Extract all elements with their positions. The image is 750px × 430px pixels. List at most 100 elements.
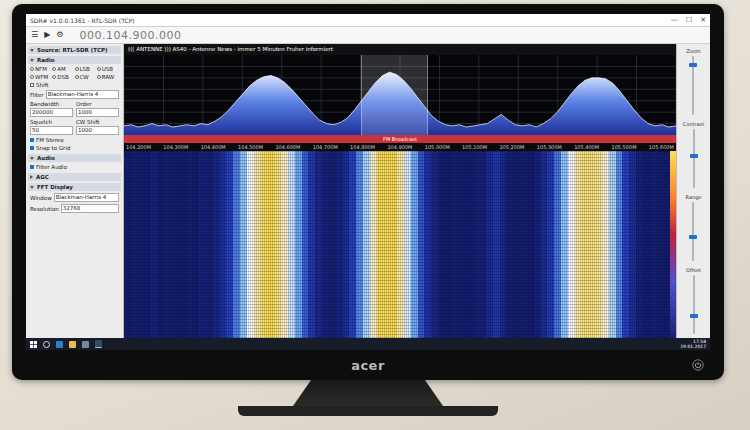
field-value[interactable]: 50 — [30, 126, 73, 135]
waterfall-column — [657, 151, 664, 338]
mode-radio[interactable]: RAW — [97, 74, 119, 80]
waterfall-column — [636, 151, 643, 338]
field-value[interactable]: 1000 — [76, 108, 119, 117]
section-header[interactable]: FFT Display — [28, 183, 121, 191]
waterfall-column — [390, 151, 397, 338]
mode-radio[interactable]: LSB — [75, 66, 97, 72]
field-value[interactable]: 200000 — [30, 108, 73, 117]
filter-selection[interactable] — [361, 55, 427, 135]
field-value[interactable]: 1000 — [76, 126, 119, 135]
section-header[interactable]: Source: RTL-SDR (TCP) — [28, 46, 121, 54]
waterfall-column — [151, 151, 158, 338]
waterfall-column — [465, 151, 472, 338]
checkbox-row[interactable]: Snap to Grid — [30, 145, 119, 151]
waterfall-column — [445, 151, 452, 338]
band-plan-bar: FM Broadcast — [124, 135, 676, 143]
waterfall-column — [602, 151, 609, 338]
expand-icon[interactable] — [30, 186, 34, 189]
waterfall-column — [363, 151, 370, 338]
rds-header: ((( ANTENNE ))) AS40 - Antenne News - im… — [124, 44, 676, 55]
radio-icon[interactable] — [52, 75, 56, 79]
slider-track[interactable] — [693, 275, 695, 334]
waterfall-column — [554, 151, 561, 338]
frequency-axis: 104,200M104,300M104,400M104,500M104,600M… — [124, 143, 676, 151]
toolbar-button[interactable]: ☰ — [31, 31, 38, 39]
frequency-display[interactable]: 000.104.900.000 — [80, 29, 182, 42]
radio-icon[interactable] — [97, 75, 101, 79]
waterfall-column — [267, 151, 274, 338]
mode-radio[interactable]: WFM — [30, 74, 52, 80]
slider-thumb[interactable] — [690, 154, 698, 158]
edge-icon[interactable] — [56, 341, 63, 348]
toolbar-button[interactable]: ▶ — [44, 31, 50, 39]
section-header[interactable]: AGC — [28, 173, 121, 181]
checkbox-row[interactable]: FM Stereo — [30, 137, 119, 143]
waterfall-column — [459, 151, 466, 338]
window-controls: — ☐ ✕ — [671, 17, 706, 24]
section-header[interactable]: Audio — [28, 154, 121, 162]
radio-icon[interactable] — [75, 67, 79, 71]
expand-icon[interactable] — [30, 175, 33, 179]
search-icon[interactable] — [43, 341, 50, 348]
expand-icon[interactable] — [30, 157, 34, 160]
color-legend — [670, 151, 676, 338]
waterfall-column — [411, 151, 418, 338]
waterfall-column — [472, 151, 479, 338]
windows-start-icon[interactable] — [30, 341, 37, 348]
waterfall[interactable] — [124, 151, 676, 338]
waterfall-column — [500, 151, 507, 338]
field-value[interactable]: Blackman-Harris 4 — [46, 90, 119, 99]
field-pair: Bandwidth200000Order1000 — [30, 101, 119, 117]
waterfall-column — [281, 151, 288, 338]
mode-radio[interactable]: USB — [97, 66, 119, 72]
panel-section: FFT DisplayWindowBlackman-Harris 4Resolu… — [28, 183, 121, 214]
window-control-button[interactable]: ✕ — [700, 17, 706, 24]
window-control-button[interactable]: ☐ — [686, 17, 692, 24]
spectrum-plot[interactable]: FM Broadcast — [124, 55, 676, 143]
radio-icon[interactable] — [75, 75, 79, 79]
radio-icon[interactable] — [52, 67, 56, 71]
mode-radio[interactable]: AM — [52, 66, 74, 72]
checkbox-row[interactable]: Shift — [30, 82, 119, 88]
mode-radio[interactable]: NFM — [30, 66, 52, 72]
radio-icon[interactable] — [97, 67, 101, 71]
mode-radio[interactable]: CW — [75, 74, 97, 80]
sdr-app-icon[interactable] — [95, 340, 102, 348]
slider-track[interactable] — [692, 56, 694, 115]
section-header[interactable]: Radio — [28, 56, 121, 64]
field-row: CW Shift1000 — [76, 119, 119, 135]
checkbox-icon[interactable] — [30, 146, 34, 150]
power-icon[interactable] — [692, 359, 704, 371]
axis-label: 104,300M — [163, 144, 188, 150]
axis-label: 105,600M — [649, 144, 674, 150]
checkbox-icon[interactable] — [30, 83, 34, 87]
expand-icon[interactable] — [30, 59, 34, 62]
expand-icon[interactable] — [30, 49, 34, 52]
app-icon[interactable] — [82, 341, 89, 348]
slider-track[interactable] — [693, 129, 695, 188]
waterfall-column — [322, 151, 329, 338]
clock[interactable]: 17:5819.01.2017 — [680, 339, 706, 349]
slider-thumb[interactable] — [689, 63, 697, 67]
waterfall-column — [581, 151, 588, 338]
screen: SDR# v1.0.0.1361 - RTL-SDR (TCP)—☐✕☰▶⚙00… — [26, 14, 710, 350]
slider-track[interactable] — [692, 202, 694, 261]
waterfall-column — [192, 151, 199, 338]
axis-label: 105,000M — [425, 144, 450, 150]
field-value[interactable]: 32768 — [61, 204, 119, 213]
toolbar-button[interactable]: ⚙ — [56, 31, 63, 39]
checkbox-icon[interactable] — [30, 138, 34, 142]
slider-thumb[interactable] — [689, 235, 697, 239]
field-value[interactable]: Blackman-Harris 4 — [54, 193, 119, 202]
checkbox-row[interactable]: Filter Audio — [30, 164, 119, 170]
radio-icon[interactable] — [30, 75, 34, 79]
mode-radio[interactable]: DSB — [52, 74, 74, 80]
folder-icon[interactable] — [69, 341, 76, 348]
axis-label: 105,100M — [462, 144, 487, 150]
radio-icon[interactable] — [30, 67, 34, 71]
slider-thumb[interactable] — [690, 314, 698, 318]
waterfall-column — [452, 151, 459, 338]
axis-label: 104,900M — [387, 144, 412, 150]
checkbox-icon[interactable] — [30, 165, 34, 169]
window-control-button[interactable]: — — [671, 17, 678, 24]
